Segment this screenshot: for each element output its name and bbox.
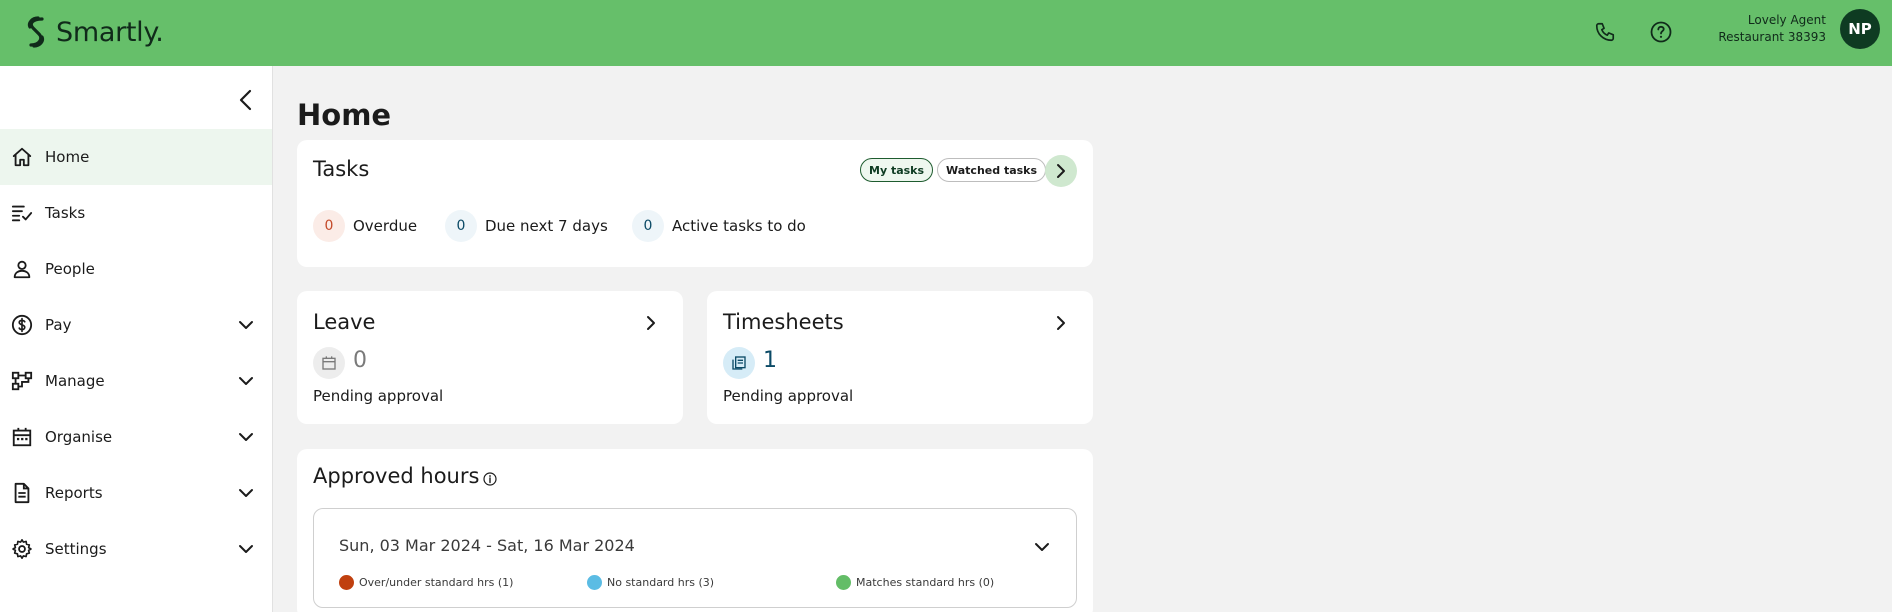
sidebar-item-tasks[interactable]: Tasks [0,185,272,241]
chevron-right-icon [1057,164,1065,178]
leave-pending-label: Pending approval [313,387,444,405]
sidebar-item-organise[interactable]: Organise [0,409,272,465]
home-icon [10,145,34,169]
stat-active-tasks[interactable]: 0 Active tasks to do [632,210,806,242]
chevron-down-icon[interactable] [236,371,256,391]
calendar-icon [10,425,34,449]
sidebar-item-manage[interactable]: Manage [0,353,272,409]
date-range-selector[interactable]: Sun, 03 Mar 2024 - Sat, 16 Mar 2024 Over… [313,508,1077,608]
sidebar-item-people[interactable]: People [0,241,272,297]
timesheets-card[interactable]: Timesheets 1 Pending approval [707,291,1093,424]
user-org: Restaurant 38393 [1718,30,1826,44]
sidebar-item-reports[interactable]: Reports [0,465,272,521]
timesheets-pending-label: Pending approval [723,387,854,405]
leave-card-title: Leave [313,310,376,334]
sidebar: Home Tasks People Pay Manage Organise Re… [0,66,273,612]
stat-label: Due next 7 days [485,217,608,235]
timesheets-pending-count: 1 [763,348,777,373]
stat-label: Active tasks to do [672,217,806,235]
legend-label: No standard hrs (3) [607,576,715,589]
gear-icon [10,537,34,561]
help-icon[interactable] [1646,17,1676,47]
timesheets-card-title: Timesheets [723,310,844,334]
chevron-down-icon[interactable] [236,315,256,335]
chevron-right-icon[interactable] [640,312,662,334]
user-info[interactable]: Lovely Agent Restaurant 38393 [1718,12,1826,46]
leave-pending-count: 0 [353,348,367,373]
sidebar-item-label: Pay [45,316,72,334]
page-title: Home [297,98,392,132]
phone-icon[interactable] [1590,17,1620,47]
legend-dot [339,575,354,590]
tasks-next-button[interactable] [1045,155,1077,187]
sidebar-item-pay[interactable]: Pay [0,297,272,353]
avatar[interactable]: NP [1840,9,1880,49]
chevron-down-icon[interactable] [236,483,256,503]
user-name: Lovely Agent [1747,13,1826,27]
chevron-down-icon[interactable] [236,427,256,447]
timesheet-icon [723,347,755,379]
top-header: Smartly. Lovely Agent Restaurant 38393 N… [0,0,1892,66]
chevron-down-icon[interactable] [1030,535,1054,559]
sidebar-item-label: Organise [45,428,113,446]
legend-dot [836,575,851,590]
stat-overdue[interactable]: 0 Overdue [313,210,418,242]
legend-label: Matches standard hrs (0) [856,576,995,589]
legend-item-over-under: Over/under standard hrs (1) [339,575,513,590]
sidebar-item-label: Settings [45,540,107,558]
document-icon [10,481,34,505]
sidebar-nav: Home Tasks People Pay Manage Organise Re… [0,129,272,577]
chevron-down-icon[interactable] [236,539,256,559]
legend-label: Over/under standard hrs (1) [359,576,514,589]
brand-name: Smartly. [56,16,164,48]
legend-dot [587,575,602,590]
tasks-card-title: Tasks [313,157,370,181]
tasks-icon [10,201,34,225]
dollar-icon [10,313,34,337]
sidebar-item-label: Reports [45,484,103,502]
tab-watched-tasks[interactable]: Watched tasks [937,158,1047,182]
hierarchy-icon [10,369,34,393]
approved-hours-title: Approved hours [313,464,480,488]
sidebar-item-label: Home [45,148,90,166]
chevron-left-icon [239,89,252,111]
sidebar-item-home[interactable]: Home [0,129,272,185]
smartly-logo-icon [27,16,45,48]
chevron-right-icon[interactable] [1050,312,1072,334]
info-icon[interactable] [483,471,497,486]
sidebar-item-label: Manage [45,372,105,390]
stat-count: 0 [313,210,345,242]
calendar-icon [313,347,345,379]
stat-count: 0 [445,210,477,242]
stat-count: 0 [632,210,664,242]
legend-item-no-standard: No standard hrs (3) [587,575,714,590]
legend-item-matches: Matches standard hrs (0) [836,575,994,590]
stat-label: Overdue [353,217,418,235]
brand-logo[interactable]: Smartly. [22,9,164,55]
sidebar-item-settings[interactable]: Settings [0,521,272,577]
stat-due-next-7-days[interactable]: 0 Due next 7 days [445,210,608,242]
collapse-sidebar-button[interactable] [232,86,260,114]
tab-my-tasks[interactable]: My tasks [860,158,934,182]
leave-card[interactable]: Leave 0 Pending approval [297,291,683,424]
person-icon [10,257,34,281]
sidebar-item-label: Tasks [45,204,86,222]
date-range-value: Sun, 03 Mar 2024 - Sat, 16 Mar 2024 [339,536,635,555]
sidebar-item-label: People [45,260,95,278]
